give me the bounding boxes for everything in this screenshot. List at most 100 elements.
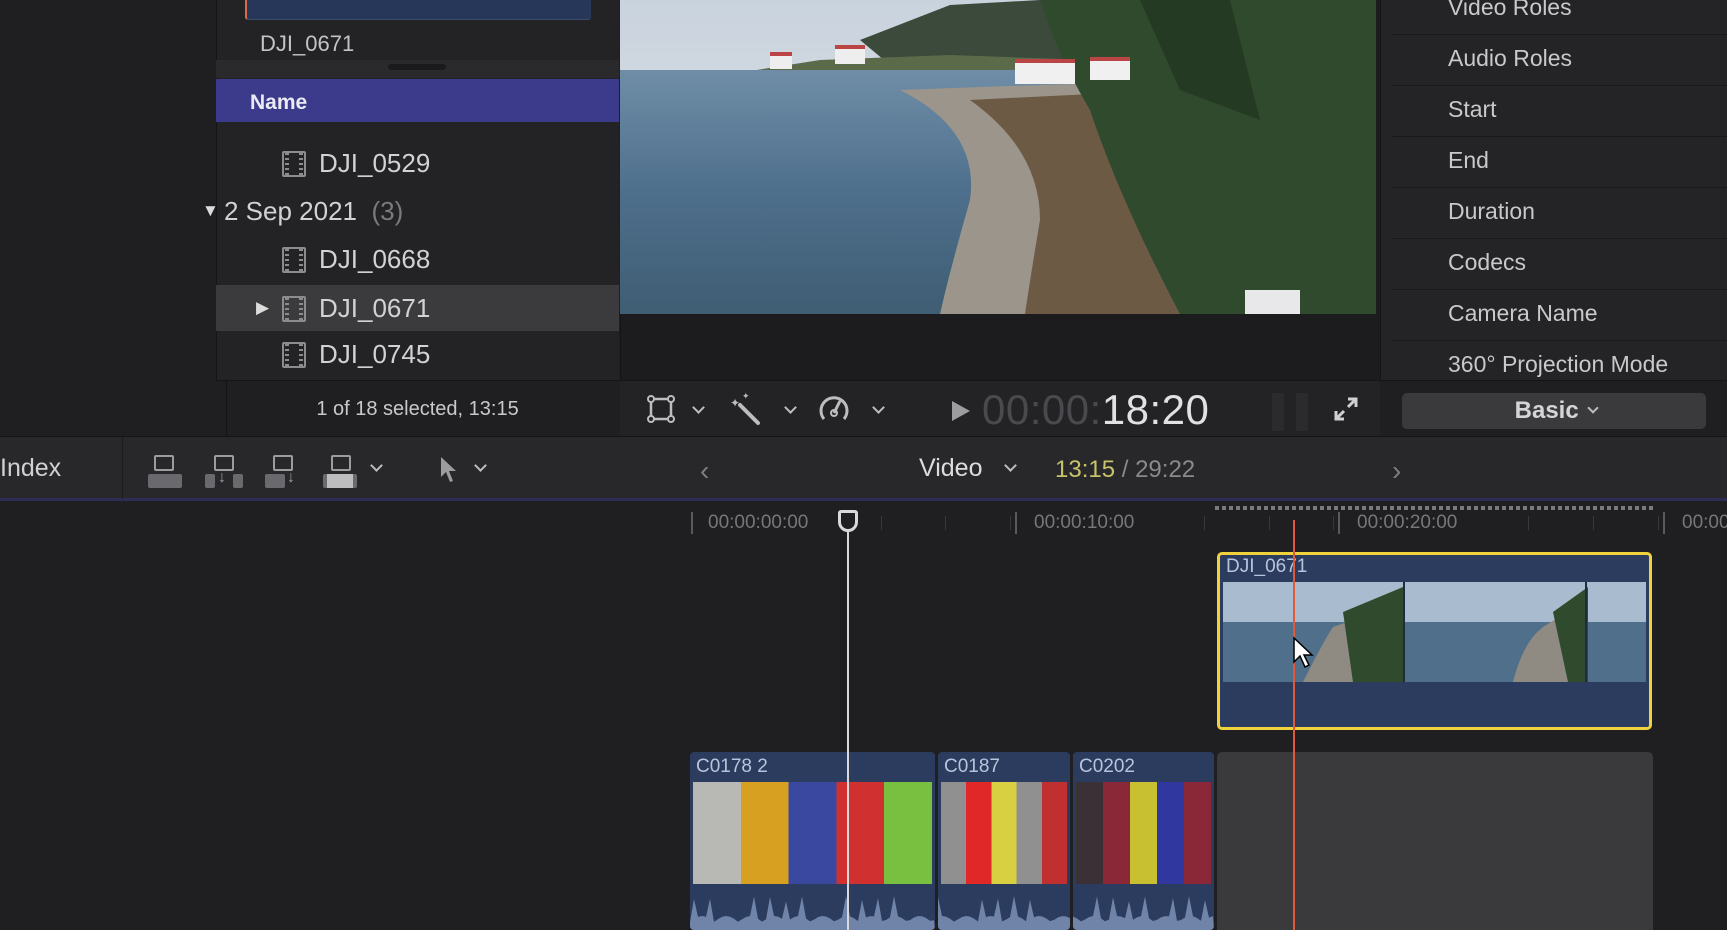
splitter-grip[interactable] xyxy=(388,64,446,70)
ruler-major-tick xyxy=(1663,512,1665,534)
arrow-select-icon[interactable] xyxy=(438,455,460,485)
beach-coastline-frame xyxy=(620,0,1376,314)
clip-name: DJI_0529 xyxy=(319,148,431,178)
audio-waveform xyxy=(690,896,935,930)
playhead[interactable] xyxy=(847,510,849,930)
inspector-row: Camera Name xyxy=(1392,290,1727,341)
enhance-wand-icon[interactable]: ✦ ✦ xyxy=(728,391,764,427)
clip-filmstrip xyxy=(1076,782,1211,884)
list-item-clip[interactable]: DJI_0529 xyxy=(216,140,619,186)
filmstrip-thumbnail[interactable] xyxy=(245,0,591,20)
back-arrow-icon[interactable]: ‹ xyxy=(700,455,709,487)
disclosure-triangle-right-icon[interactable]: ▶ xyxy=(256,298,269,318)
ruler-minor-tick xyxy=(1333,516,1335,530)
inspector-row: Audio Roles xyxy=(1392,35,1727,86)
group-date: 2 Sep 2021 xyxy=(224,196,358,226)
gap-clip[interactable] xyxy=(1217,752,1653,930)
list-item-clip[interactable]: DJI_0668 xyxy=(216,236,619,282)
tool-chevron-down-icon[interactable] xyxy=(474,459,487,472)
skimmer-line xyxy=(1293,520,1295,930)
clip-name: DJI_0671 xyxy=(319,293,431,323)
connect-clip-icon[interactable] xyxy=(146,455,186,491)
filmstrip-label: DJI_0671 xyxy=(260,31,355,56)
final-cut-window: DJI_0671 Name DJI_0529 ▼ 2 Sep 2021 (3) … xyxy=(0,0,1727,930)
retime-speed-icon[interactable] xyxy=(816,391,852,427)
timecode-value: 18:20 xyxy=(1101,386,1210,433)
browser-splitter[interactable] xyxy=(216,60,619,78)
timeline-clip[interactable]: C0187 xyxy=(938,752,1070,930)
overwrite-clip-icon[interactable] xyxy=(323,455,363,491)
browser-status-bar: 1 of 18 selected, 13:15 xyxy=(216,380,619,437)
film-clip-icon xyxy=(282,247,306,273)
clip-filmstrip xyxy=(1223,582,1646,682)
list-item-clip[interactable]: DJI_0745 xyxy=(216,331,619,377)
metadata-view-label: Basic xyxy=(1514,397,1579,424)
ruler-label: 00:00:00:00 xyxy=(708,512,809,533)
inspector-row: Start xyxy=(1392,86,1727,137)
chevron-down-icon xyxy=(1587,402,1600,414)
inspector-row: End xyxy=(1392,137,1727,188)
audio-waveform xyxy=(938,896,1070,930)
svg-text:✦: ✦ xyxy=(730,396,740,410)
total-duration: 29:22 xyxy=(1135,456,1196,483)
enhance-chevron-down-icon[interactable] xyxy=(784,401,797,414)
append-clip-icon[interactable]: ↓ xyxy=(265,455,305,491)
timeline-index-button[interactable]: Index xyxy=(0,454,61,483)
clip-name: DJI_0671 xyxy=(1226,556,1308,577)
divider xyxy=(122,437,123,499)
viewer-toolbar: ✦ ✦ 00:00:18:20 xyxy=(620,380,1380,436)
clip-name: DJI_0745 xyxy=(319,339,431,369)
timeline-clip[interactable]: C0202 xyxy=(1073,752,1214,930)
clip-filmstrip xyxy=(941,782,1067,884)
timeline-toolbar: Index ↓ ↓ ‹ Video 13:15 / 29:22 › xyxy=(0,436,1727,501)
timeline-track-dropdown[interactable]: Video xyxy=(919,454,983,483)
mouse-pointer-icon xyxy=(1293,636,1314,669)
ruler-major-tick xyxy=(691,512,693,534)
clip-name: DJI_0668 xyxy=(319,244,431,274)
ruler-minor-tick xyxy=(945,516,947,530)
metadata-view-dropdown[interactable]: Basic xyxy=(1402,393,1706,429)
group-count: (3) xyxy=(371,196,404,226)
inspector-row: Duration xyxy=(1392,188,1727,239)
ruler-major-tick xyxy=(1338,512,1340,534)
ruler-label: 00:00:20:00 xyxy=(1357,512,1458,533)
ruler-major-tick xyxy=(1015,512,1017,534)
timeline-ruler[interactable]: 00:00:00:00 00:00:10:00 00:00:20:00 00:00: xyxy=(0,502,1727,540)
track-chevron-down-icon[interactable] xyxy=(1004,459,1017,472)
ruler-minor-tick xyxy=(1204,516,1206,530)
ruler-minor-tick xyxy=(1658,516,1659,530)
ruler-minor-tick xyxy=(1528,516,1529,530)
transform-icon[interactable] xyxy=(646,394,676,424)
clip-name: C0202 xyxy=(1079,756,1135,777)
inspector-row: Codecs xyxy=(1392,239,1727,290)
play-icon[interactable] xyxy=(950,399,972,423)
duration-separator: / xyxy=(1115,456,1136,483)
forward-arrow-icon[interactable]: › xyxy=(1392,455,1401,487)
fullscreen-icon[interactable] xyxy=(1332,395,1360,423)
insert-clip-icon[interactable]: ↓ xyxy=(205,455,245,491)
playhead-handle[interactable] xyxy=(838,510,858,532)
svg-text:✦: ✦ xyxy=(742,391,750,401)
timeline-duration: 13:15 / 29:22 xyxy=(1055,456,1195,484)
retime-chevron-down-icon[interactable] xyxy=(872,401,885,414)
timecode-dim: 00:00: xyxy=(982,386,1102,433)
connected-clip-dji-0671[interactable]: DJI_0671 xyxy=(1217,552,1652,730)
inspector-footer: Basic xyxy=(1380,380,1727,436)
viewer-frame[interactable] xyxy=(620,0,1376,314)
ruler-label: 00:00: xyxy=(1682,512,1727,533)
viewer-timecode: 00:00:18:20 xyxy=(982,386,1209,434)
edit-mode-chevron-down-icon[interactable] xyxy=(370,459,383,472)
list-item-clip-selected[interactable]: ▶ DJI_0671 xyxy=(216,285,619,331)
transform-chevron-down-icon[interactable] xyxy=(692,401,705,414)
list-item-date-group[interactable]: ▼ 2 Sep 2021 (3) xyxy=(202,188,619,234)
film-clip-icon xyxy=(282,151,306,177)
inspector-row: Video Roles xyxy=(1392,0,1727,35)
ruler-minor-tick xyxy=(1268,516,1270,530)
timeline-clip[interactable]: C0178 2 xyxy=(690,752,935,930)
disclosure-triangle-down-icon[interactable]: ▼ xyxy=(202,201,219,221)
column-header-name[interactable]: Name xyxy=(216,79,619,122)
range-indicator xyxy=(1215,506,1655,510)
audio-meters xyxy=(1272,393,1312,431)
selected-duration: 13:15 xyxy=(1055,456,1116,483)
clip-name: C0187 xyxy=(944,756,1000,777)
